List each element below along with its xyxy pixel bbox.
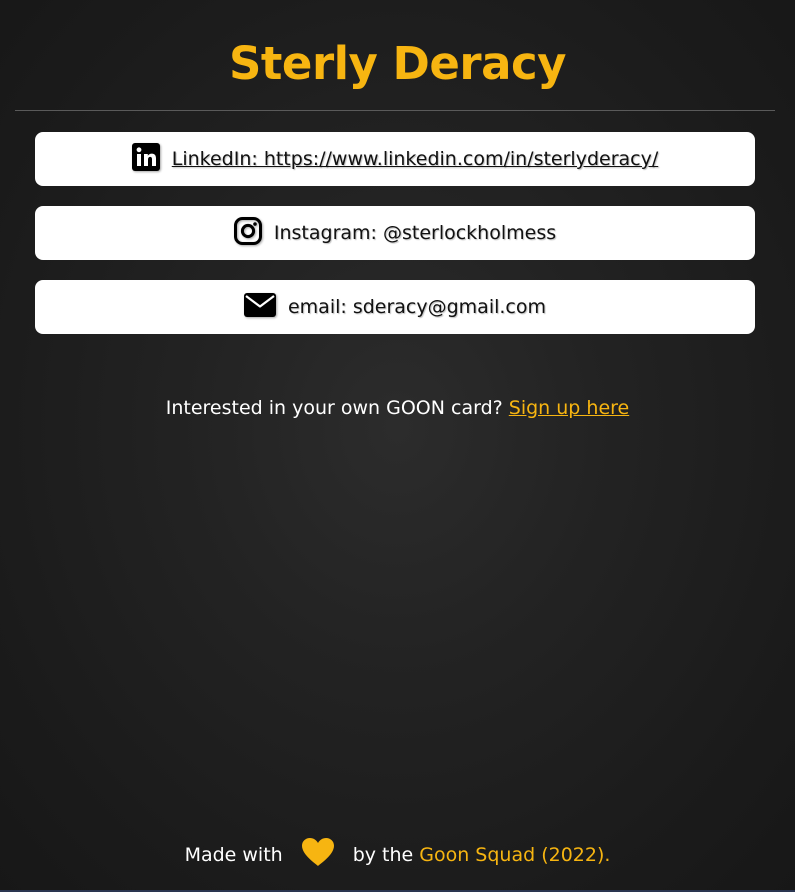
email-label: email: sderacy@gmail.com (287, 296, 547, 318)
title-divider (15, 110, 775, 111)
page: Sterly Deracy LinkedIn: https://www.link… (0, 0, 795, 892)
instagram-icon (233, 217, 262, 245)
heart-icon (301, 837, 335, 867)
linkedin-card[interactable]: LinkedIn: https://www.linkedin.com/in/st… (35, 132, 755, 186)
instagram-card[interactable]: Instagram: @sterlockholmess (35, 206, 755, 260)
page-title: Sterly Deracy (229, 37, 567, 90)
footer-squad: Goon Squad (2022). (419, 844, 611, 866)
signup-text: Interested in your own GOON card? (165, 397, 503, 419)
email-card[interactable]: email: sderacy@gmail.com (35, 280, 755, 334)
linkedin-link[interactable]: LinkedIn: https://www.linkedin.com/in/st… (172, 148, 659, 170)
signup-prompt: Interested in your own GOON card? Sign u… (0, 397, 795, 419)
footer-made-with: Made with (184, 844, 283, 866)
footer: Made with by the Goon Squad (2022). (0, 838, 795, 867)
footer-by-the: by the (352, 844, 414, 866)
linkedin-icon (131, 143, 160, 171)
signup-link[interactable]: Sign up here (509, 397, 629, 419)
mail-icon (243, 293, 276, 317)
instagram-label: Instagram: @sterlockholmess (273, 222, 557, 244)
